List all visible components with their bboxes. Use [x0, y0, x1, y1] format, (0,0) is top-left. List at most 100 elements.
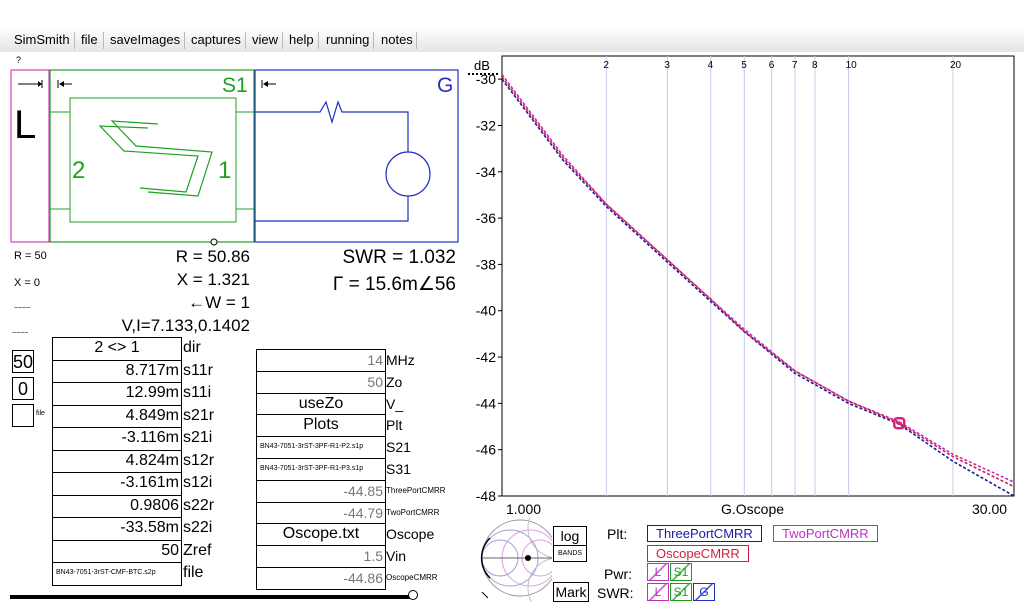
s2p-value-s11r[interactable]: 8.717m	[52, 359, 182, 383]
oscope-value-twoportcmrr[interactable]: -44.79	[256, 501, 386, 525]
s2p-value-zref[interactable]: 50	[52, 539, 182, 563]
s2p-value-s22i[interactable]: -33.58m	[52, 517, 182, 541]
swr-toggle-g[interactable]: G	[693, 583, 715, 601]
swr-toggle-s1[interactable]: S1	[670, 583, 692, 601]
menu-captures[interactable]: captures	[191, 32, 241, 48]
s2p-value-s12i[interactable]: -3.161m	[52, 472, 182, 496]
s2p-value-s12r[interactable]: 4.824m	[52, 449, 182, 473]
menu-help[interactable]: help	[289, 32, 314, 48]
pwr-toggle-l[interactable]: L	[647, 563, 669, 581]
oscope-value-zo[interactable]: 50	[256, 370, 386, 394]
readout-w: ←W = 1	[188, 293, 250, 312]
x-tick-label-20: 20	[950, 60, 962, 71]
marker-dot	[897, 421, 902, 426]
oscope-value-mhz[interactable]: 14	[256, 349, 386, 372]
x-start-label: 1.000	[506, 501, 541, 517]
s2p-value-file[interactable]: BN43-7051-3rST-CMF-BTC.s2p	[52, 562, 182, 586]
y-tick-label-7: -44	[476, 395, 496, 411]
y-tick-label-3: -36	[476, 210, 496, 226]
oscope-label-zo: Zo	[386, 373, 403, 390]
x-tick-label-2: 2	[603, 60, 609, 71]
oscope-value-v-[interactable]: useZo	[256, 392, 386, 416]
x-tick-label-6: 6	[769, 60, 775, 71]
help-question[interactable]: ?	[16, 55, 21, 65]
s2p-label-s21i: s21i	[183, 429, 213, 446]
x-end-label: 30.00	[972, 501, 1007, 517]
s2p-value-s21r[interactable]: 4.849m	[52, 404, 182, 428]
y-tick-label-1: -32	[476, 117, 496, 133]
load-r-label: R = 50	[14, 250, 47, 262]
s1-label: S1	[222, 74, 248, 97]
oscope-value-threeportcmrr[interactable]: -44.85	[256, 479, 386, 503]
s1-port-right: 1	[218, 157, 232, 184]
plt-label: Plt:	[607, 526, 628, 542]
oscope-value-s31[interactable]: BN43-7051-3rST-3PF-R1-P3.s1p	[256, 458, 386, 481]
oscope-label-plt: Plt	[386, 417, 403, 434]
pwr-toggle-s1[interactable]: S1	[670, 563, 692, 581]
s2p-label-dir: dir	[183, 339, 201, 356]
s2p-value-s22r[interactable]: 0.9806	[52, 494, 182, 518]
oscope-label-v-: V_	[386, 395, 404, 412]
x-tick-label-8: 8	[812, 60, 818, 71]
oscope-label-threeportcmrr: ThreePortCMRR	[386, 485, 446, 495]
swr-label: SWR:	[597, 585, 634, 601]
load-file-label: file	[36, 410, 45, 417]
plot-toggle-threeportcmrr[interactable]: ThreePortCMRR	[647, 525, 762, 542]
readout-r: R = 50.86	[175, 247, 250, 266]
bottom-slider-track[interactable]	[10, 595, 412, 599]
y-tick-label-4: -38	[476, 256, 496, 272]
load-x-spinner[interactable]: 0	[12, 377, 34, 400]
oscope-label-mhz: MHz	[386, 352, 415, 368]
oscope-value-oscopecmrr[interactable]: -44.86	[256, 567, 386, 590]
load-r-spinner[interactable]: 50	[12, 350, 34, 373]
s1-port-left: 2	[72, 157, 86, 184]
s2p-label-zref: Zref	[183, 541, 212, 559]
oscope-value-vin[interactable]: 1.5	[256, 545, 386, 568]
oscope-value-plt[interactable]: Plots	[256, 414, 386, 438]
s2p-label-s12r: s12r	[183, 451, 215, 469]
menu-view[interactable]: view	[252, 32, 278, 48]
plot-toggle-oscopecmrr[interactable]: OscopeCMRR	[647, 545, 749, 562]
oscope-value-oscope[interactable]: Oscope.txt	[256, 523, 386, 547]
menu-running[interactable]: running	[326, 32, 369, 48]
load-x-label: X = 0	[14, 277, 40, 289]
plot-area	[501, 55, 1015, 497]
y-axis-label: dB	[474, 58, 490, 73]
s2p-value-s11i[interactable]: 12.99m	[52, 382, 182, 406]
menu-simsmith[interactable]: SimSmith	[14, 32, 70, 48]
x-tick-label-5: 5	[741, 60, 747, 71]
oscope-label-s31: S31	[386, 461, 411, 477]
bands-button[interactable]: BANDS	[553, 545, 587, 562]
y-tick-label-6: -42	[476, 349, 496, 365]
menu-saveimages[interactable]: saveImages	[110, 32, 180, 48]
log-button[interactable]: log	[553, 526, 587, 546]
load-file-button[interactable]	[12, 404, 34, 427]
plot-toggle-twoportcmrr[interactable]: TwoPortCMRR	[773, 525, 878, 542]
menu-notes[interactable]: notes	[381, 32, 413, 48]
oscope-label-oscope: Oscope	[386, 526, 435, 543]
readout-gamma: Γ = 15.6m∠56	[332, 274, 456, 295]
g-block[interactable]	[254, 69, 459, 243]
s2p-value-dir[interactable]: 2 <> 1	[52, 337, 182, 361]
readout-vi: V,I=7.133,0.1402	[121, 316, 250, 335]
y-tick-label-2: -34	[476, 164, 496, 180]
cmrr-chart[interactable]: -30-32-34-36-38-40-42-44-46-48 2 3 4 5 6 7 8 10…	[466, 54, 1020, 520]
menu-file[interactable]: file	[81, 32, 98, 48]
smith-chart-thumbnail[interactable]	[470, 518, 552, 602]
s2p-label-s22r: s22r	[183, 496, 215, 514]
s2p-label-s22i: s22i	[183, 519, 213, 536]
load-label: L	[14, 103, 37, 147]
s2p-label-s11r: s11r	[183, 361, 213, 379]
s2p-value-s21i[interactable]: -3.116m	[52, 427, 182, 451]
x-tick-label-3: 3	[664, 60, 670, 71]
readout-swr: SWR = 1.032	[342, 247, 456, 268]
bottom-slider-handle[interactable]	[408, 590, 418, 600]
tiny-label-2: ~~~~	[12, 330, 29, 337]
load-block[interactable]	[10, 69, 50, 243]
mark-button[interactable]: Mark	[553, 582, 589, 602]
x-tick-label-4: 4	[708, 60, 714, 71]
oscope-value-s21[interactable]: BN43-7051-3rST-3PF-R1-P2.s1p	[256, 436, 386, 459]
y-tick-label-5: -40	[476, 303, 496, 319]
swr-toggle-l[interactable]: L	[647, 583, 669, 601]
y-tick-label-9: -48	[476, 488, 496, 504]
